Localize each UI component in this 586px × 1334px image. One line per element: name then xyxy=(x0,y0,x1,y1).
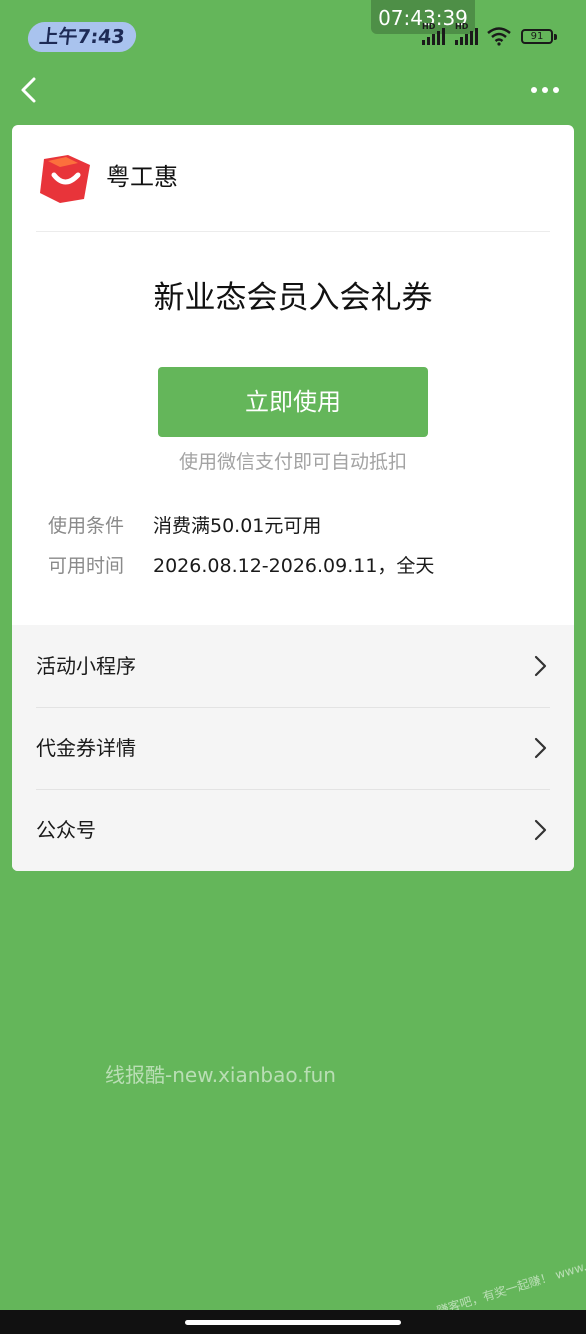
condition-value: 消费满50.01元可用 xyxy=(153,515,322,537)
brand-name: 粤工惠 xyxy=(106,163,178,191)
condition-label: 使用条件 xyxy=(48,515,125,537)
condition-label: 可用时间 xyxy=(48,555,125,577)
menu-item-coupon-details[interactable]: 代金券详情 xyxy=(12,707,574,789)
menu-item-official-account[interactable]: 公众号 xyxy=(12,789,574,871)
condition-value: 2026.08.12-2026.09.11，全天 xyxy=(153,555,435,577)
status-time: 上午7:43 xyxy=(26,22,138,52)
more-icon[interactable] xyxy=(526,74,566,106)
signal-icon-2 xyxy=(455,28,478,45)
menu-item-label: 代金券详情 xyxy=(36,736,136,760)
chevron-right-icon xyxy=(534,819,547,841)
coupon-title: 新业态会员入会礼券 xyxy=(153,280,433,316)
menu-item-mini-program[interactable]: 活动小程序 xyxy=(12,625,574,707)
status-icons: HD HD 91 xyxy=(420,22,565,50)
watermark-text: 线报酷-new.xianbao.fun xyxy=(105,1063,336,1087)
detail-menu: 活动小程序 代金券详情 公众号 xyxy=(12,625,574,871)
chevron-right-icon xyxy=(534,737,547,759)
back-icon[interactable] xyxy=(14,72,48,108)
top-nav xyxy=(0,60,586,120)
signal-icon xyxy=(422,28,445,45)
gesture-bar xyxy=(0,1310,586,1334)
corner-watermark: 赚客吧，有奖一起赚！ www.zuanke8.com xyxy=(435,1235,586,1319)
chevron-right-icon xyxy=(534,655,547,677)
coupon-card: 粤工惠 新业态会员入会礼券 立即使用 使用微信支付即可自动抵扣 使用条件 消费满… xyxy=(12,125,574,871)
payment-hint: 使用微信支付即可自动抵扣 xyxy=(178,451,407,473)
home-indicator[interactable] xyxy=(185,1320,401,1325)
use-now-button[interactable]: 立即使用 xyxy=(158,367,428,437)
brand-logo xyxy=(40,155,90,203)
brand-header: 粤工惠 xyxy=(36,147,550,232)
wifi-icon xyxy=(487,27,511,46)
battery-tip xyxy=(554,34,557,40)
menu-item-label: 公众号 xyxy=(36,818,96,842)
menu-item-label: 活动小程序 xyxy=(36,654,136,678)
battery-icon: 91 xyxy=(521,29,553,44)
status-bar: 上午7:43 07:43:39 HD HD 91 xyxy=(0,0,586,60)
